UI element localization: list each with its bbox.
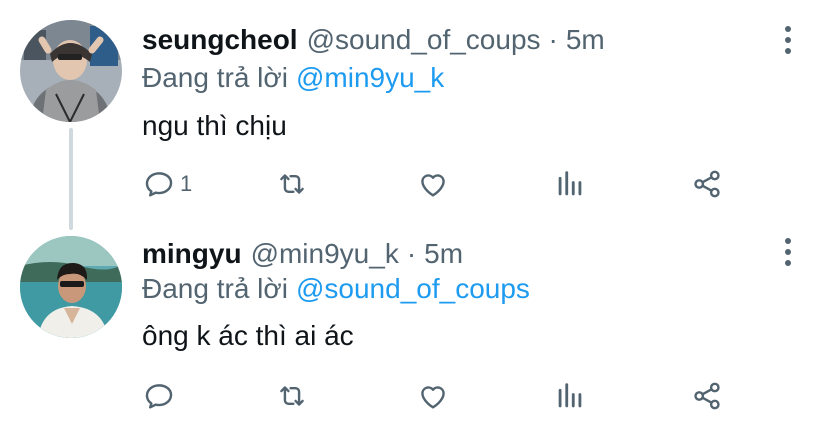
display-name[interactable]: mingyu [142,234,242,274]
username-handle[interactable]: @sound_of_coups [307,20,541,60]
username-handle[interactable]: @min9yu_k [251,234,399,274]
tweet-header: seungcheol @sound_of_coups · 5m [142,20,605,60]
tweet-text: ngu thì chịu [142,110,287,141]
share-icon [694,170,720,198]
tweet[interactable]: mingyu @min9yu_k · 5m Đang trả lời @sound… [0,220,828,427]
like-button[interactable] [416,164,450,204]
stats-icon [558,171,582,196]
like-icon [421,386,445,409]
replying-to: Đang trả lời @sound_of_coups [142,269,530,309]
retweet-icon [280,386,304,406]
more-icon [785,238,791,244]
view-stats-button[interactable] [553,376,587,416]
retweet-icon [280,174,304,194]
more-icon [785,26,791,32]
more-icon-dot [785,48,791,54]
avatar[interactable] [20,20,122,122]
more-icon-dot [785,249,791,255]
reply-icon [145,172,173,197]
more-icon-dot [785,37,791,43]
share-button[interactable] [690,164,724,204]
like-icon [421,174,445,197]
display-name[interactable]: seungcheol [142,20,298,60]
share-icon [694,382,720,410]
stats-icon [558,383,582,408]
share-button[interactable] [690,376,724,416]
reply-count: 1 [180,171,193,196]
tweet-text: ông k ác thì ai ác [142,320,354,351]
separator-dot: · [406,238,417,269]
action-bar [0,376,828,416]
tweet-header: mingyu @min9yu_k · 5m [142,234,463,274]
mention-link[interactable]: @min9yu_k [296,62,444,93]
replying-to-label: Đang trả lời [142,273,288,304]
action-bar: 1 [0,164,828,204]
timestamp[interactable]: 5m [424,234,463,274]
timestamp[interactable]: 5m [566,20,605,60]
tweet[interactable]: seungcheol @sound_of_coups · 5m Đang trả… [0,0,828,230]
replying-to-label: Đang trả lời [142,62,288,93]
reply-button[interactable] [142,376,180,416]
replying-to: Đang trả lời @min9yu_k [142,58,444,98]
separator-dot: · [548,24,558,55]
retweet-button[interactable] [275,376,309,416]
more-icon-dot [785,260,791,266]
retweet-button[interactable] [275,164,309,204]
mention-link[interactable]: @sound_of_coups [296,273,530,304]
more-options-button[interactable] [776,20,800,60]
view-stats-button[interactable] [553,164,587,204]
reply-icon [145,384,173,409]
more-options-button[interactable] [776,232,800,272]
reply-button[interactable]: 1 [142,164,192,204]
like-button[interactable] [416,376,450,416]
avatar[interactable] [20,236,122,338]
